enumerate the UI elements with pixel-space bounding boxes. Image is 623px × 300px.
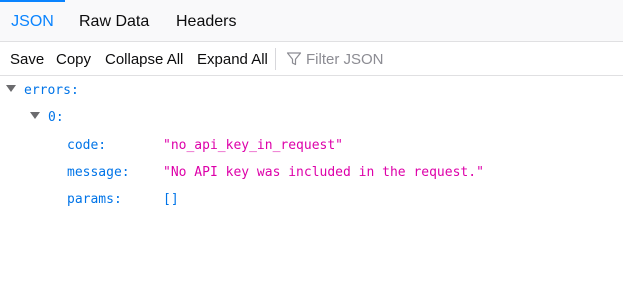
string-value: "no_api_key_in_request" bbox=[163, 138, 344, 153]
tab-json[interactable]: JSON bbox=[0, 0, 65, 42]
expand-all-button[interactable]: Expand All bbox=[197, 42, 268, 75]
collapse-all-button[interactable]: Collapse All bbox=[105, 42, 183, 75]
tree-row-item-0[interactable]: 0: bbox=[30, 105, 64, 131]
filter-json-input[interactable] bbox=[306, 46, 606, 72]
tree-value-code: "no_api_key_in_request" bbox=[163, 133, 343, 159]
tree-row-params[interactable]: params: bbox=[67, 187, 122, 213]
tree-key: 0: bbox=[48, 110, 64, 125]
expand-toggle-icon[interactable] bbox=[6, 85, 16, 92]
json-toolbar: Save Copy Collapse All Expand All bbox=[0, 42, 623, 76]
tab-headers-label: Headers bbox=[176, 13, 237, 30]
tree-key: params: bbox=[67, 192, 122, 207]
tree-key: errors: bbox=[24, 83, 79, 98]
tree-key: code: bbox=[67, 138, 107, 153]
tree-row-errors[interactable]: errors: bbox=[6, 78, 79, 104]
save-button[interactable]: Save bbox=[10, 42, 44, 75]
funnel-icon bbox=[286, 52, 302, 66]
tab-raw-data[interactable]: Raw Data bbox=[79, 0, 149, 42]
tree-key: message: bbox=[67, 165, 130, 180]
array-value: [] bbox=[163, 192, 179, 207]
string-value: "No API key was included in the request.… bbox=[163, 165, 484, 180]
tree-value-message: "No API key was included in the request.… bbox=[163, 160, 484, 186]
tree-row-message[interactable]: message: bbox=[67, 160, 130, 186]
copy-button[interactable]: Copy bbox=[56, 42, 91, 75]
toolbar-divider bbox=[275, 48, 276, 70]
tree-row-code[interactable]: code: bbox=[67, 133, 106, 159]
viewer-tabbar: JSON Raw Data Headers bbox=[0, 0, 623, 42]
tab-json-label: JSON bbox=[11, 13, 54, 30]
tab-raw-data-label: Raw Data bbox=[79, 13, 150, 30]
filter-box[interactable] bbox=[282, 42, 617, 75]
active-tab-indicator bbox=[0, 0, 65, 2]
tree-value-params: [] bbox=[163, 187, 179, 213]
expand-toggle-icon[interactable] bbox=[30, 112, 40, 119]
tab-headers[interactable]: Headers bbox=[176, 0, 236, 42]
